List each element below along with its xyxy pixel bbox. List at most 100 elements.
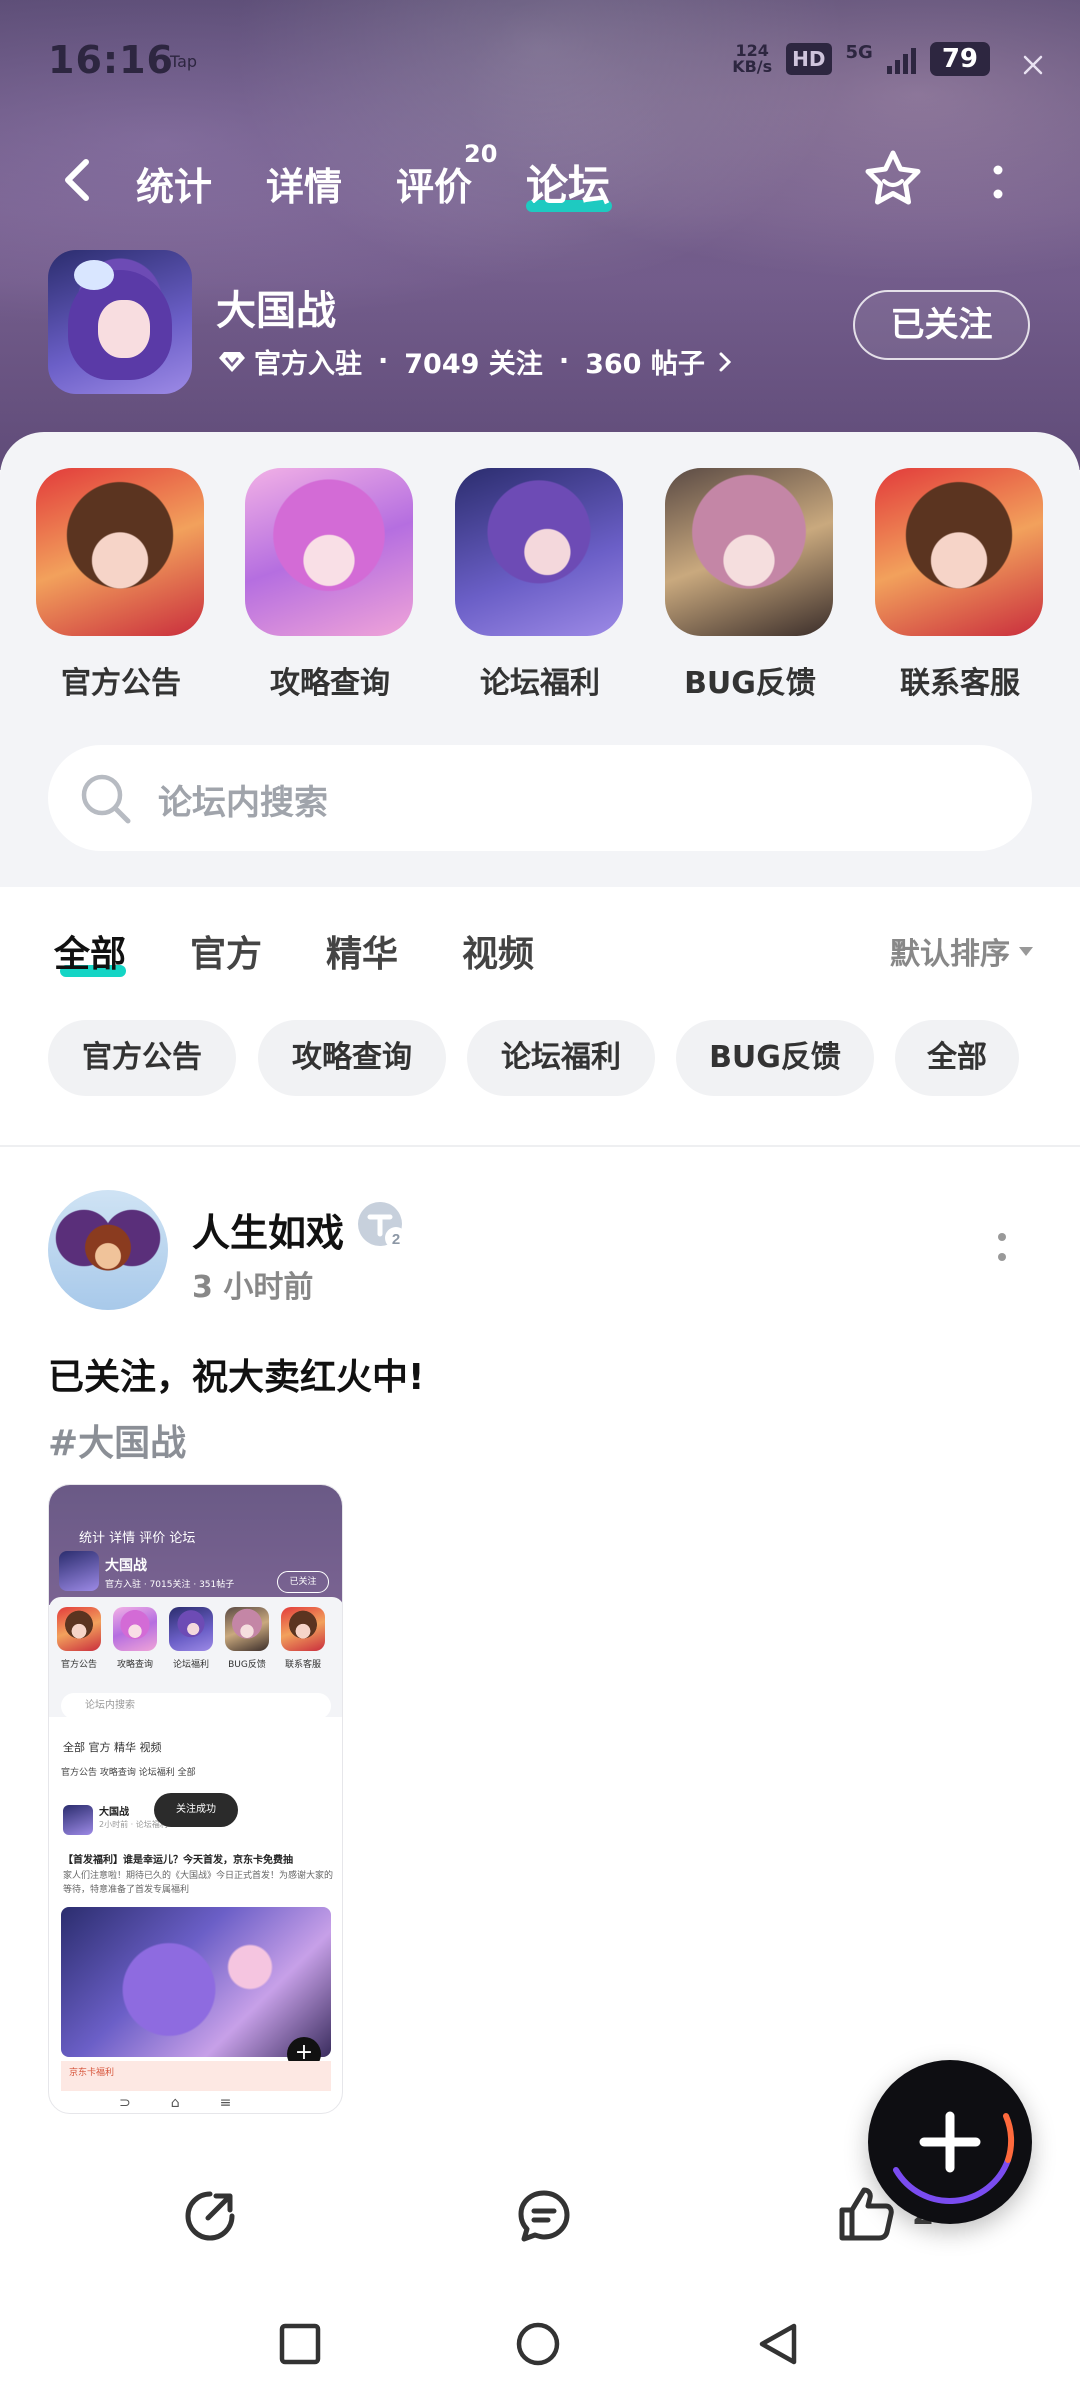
post-username[interactable]: 人生如戏	[192, 1202, 344, 1257]
search-input[interactable]: 论坛内搜索	[48, 745, 1032, 851]
level-number: 2	[392, 1231, 400, 1248]
quick-link-label: 联系客服	[900, 666, 1020, 701]
comment-icon[interactable]	[514, 2186, 574, 2246]
follow-button[interactable]: 已关注	[853, 290, 1030, 360]
game-info: 大国战 官方入驻 · 7049 关注 · 360 帖子 已关注	[0, 250, 1080, 400]
status-bar: 16:16 Tap 124 KB/s HD 5G 79	[0, 0, 1080, 130]
chip-announcement[interactable]: 官方公告	[48, 1020, 236, 1096]
image-thumb	[113, 1607, 157, 1651]
category-chips: 官方公告 攻略查询 论坛福利 BUG反馈 全部	[0, 1020, 1080, 1100]
quick-link-guide[interactable]: 攻略查询	[245, 468, 415, 702]
create-post-button[interactable]	[868, 2060, 1032, 2224]
review-count-badge: 20	[464, 140, 498, 168]
quick-link-label: BUG反馈	[684, 666, 816, 701]
caret-down-icon	[1019, 947, 1033, 956]
image-search: 论坛内搜索	[61, 1693, 331, 1719]
image-toast: 关注成功	[154, 1793, 238, 1827]
followers-count: 7049 关注	[404, 349, 543, 380]
star-icon[interactable]	[862, 148, 924, 210]
posts-count: 360 帖子	[585, 349, 705, 380]
network-type: 5G	[845, 42, 873, 63]
tab-forum[interactable]: 论坛	[526, 152, 610, 213]
chevron-right-icon	[719, 352, 731, 371]
separator: ·	[378, 346, 389, 377]
status-time: 16:16	[48, 38, 174, 82]
quick-link-announcement[interactable]: 官方公告	[36, 468, 206, 702]
sort-label: 默认排序	[890, 937, 1010, 972]
back-triangle-icon[interactable]	[756, 2320, 800, 2368]
image-sysnav: ⊃⌂≡	[119, 2095, 272, 2111]
status-app-hint: Tap	[170, 52, 198, 71]
image-thumb-label: BUG反馈	[228, 1660, 266, 1670]
image-post-picture	[61, 1907, 331, 2057]
status-indicators: 124 KB/s HD 5G 79	[732, 42, 990, 76]
top-nav: 统计 详情 评价 20 论坛	[0, 140, 1080, 220]
quick-link-welfare[interactable]: 论坛福利	[455, 468, 625, 702]
tab-details[interactable]: 详情	[266, 156, 342, 211]
close-icon[interactable]	[1022, 54, 1044, 76]
post-image[interactable]: 统计 详情 评价 论坛 大国战 官方入驻 · 7015关注 · 351帖子 已关…	[48, 1484, 343, 2114]
tab-reviews[interactable]: 评价	[396, 156, 472, 211]
search-icon	[81, 774, 131, 824]
image-promo: 京东卡福利	[61, 2061, 331, 2091]
diamond-icon	[219, 351, 245, 372]
chip-guide[interactable]: 攻略查询	[258, 1020, 446, 1096]
post-topic-tag[interactable]: #大国战	[48, 1414, 186, 1466]
image-thumb-label: 攻略查询	[116, 1660, 153, 1670]
image-filters: 全部 官方 精华 视频	[63, 1741, 162, 1754]
more-vertical-icon[interactable]	[994, 1230, 1010, 1266]
tab-stats[interactable]: 统计	[136, 156, 212, 211]
official-label: 官方入驻	[254, 349, 362, 380]
image-thumb-label: 论坛福利	[172, 1660, 209, 1670]
filter-tab-essence[interactable]: 精华	[326, 925, 398, 977]
home-icon[interactable]	[514, 2320, 562, 2368]
back-icon[interactable]	[58, 158, 98, 202]
filter-tabs: 全部 官方 精华 视频 默认排序	[0, 887, 1080, 997]
filter-tab-official[interactable]: 官方	[190, 925, 262, 977]
signal-icon	[886, 44, 916, 74]
separator: ·	[558, 346, 570, 377]
game-meta[interactable]: 官方入驻 · 7049 关注 · 360 帖子	[218, 342, 733, 381]
quick-link-support[interactable]: 联系客服	[875, 468, 1045, 702]
image-post-title: 【首发福利】谁是幸运儿？今天首发，京东卡免费抽	[63, 1855, 293, 1866]
image-thumb-label: 官方公告	[60, 1660, 97, 1670]
quick-link-image	[36, 468, 204, 636]
quick-link-bug-report[interactable]: BUG反馈	[665, 468, 835, 702]
image-thumb	[169, 1607, 213, 1651]
chip-bug-report[interactable]: BUG反馈	[676, 1020, 874, 1096]
quick-link-label: 论坛福利	[480, 666, 600, 701]
net-speed: 124 KB/s	[732, 43, 772, 75]
forum-shortcuts-card: 官方公告 攻略查询 论坛福利 BUG反馈 联系客服 论坛内搜索	[0, 432, 1080, 887]
filter-tab-video[interactable]: 视频	[462, 925, 534, 977]
image-card: 官方公告 攻略查询 论坛福利 BUG反馈 联系客服 论坛内搜索	[49, 1597, 342, 1719]
post-time: 3 小时前	[192, 1270, 314, 1305]
net-speed-unit: KB/s	[732, 57, 773, 76]
image-thumb	[281, 1607, 325, 1651]
quick-link-image	[245, 468, 413, 636]
image-meta: 官方入驻 · 7015关注 · 351帖子	[105, 1580, 235, 1590]
game-title: 大国战	[216, 288, 336, 334]
post-content: 已关注，祝大卖红火中!	[48, 1357, 425, 1398]
image-chips: 官方公告 攻略查询 论坛福利 全部	[61, 1768, 196, 1778]
sort-dropdown[interactable]: 默认排序	[890, 929, 1034, 973]
filter-tab-all[interactable]: 全部	[54, 925, 126, 977]
quick-link-image	[455, 468, 623, 636]
divider	[0, 1145, 1080, 1147]
quick-link-label: 官方公告	[61, 666, 181, 701]
forum-page: 16:16 Tap 124 KB/s HD 5G 79 统计 详情 评价 20 …	[0, 0, 1080, 2408]
image-thumb-label: 联系客服	[284, 1660, 321, 1670]
chip-all[interactable]: 全部	[895, 1020, 1019, 1096]
post-card[interactable]: 人生如戏 2 3 小时前 已关注，祝大卖红火中! #大国战 统计 详情 评价 论…	[0, 1148, 1080, 2148]
recent-apps-icon[interactable]	[278, 2322, 322, 2366]
chip-welfare[interactable]: 论坛福利	[467, 1020, 655, 1096]
system-nav-bar	[0, 2290, 1080, 2408]
quick-link-image	[665, 468, 833, 636]
more-vertical-icon[interactable]	[988, 162, 1008, 202]
image-post-user: 大国战	[99, 1807, 129, 1818]
image-follow: 已关注	[277, 1571, 329, 1593]
avatar[interactable]	[48, 1190, 168, 1310]
image-thumb	[57, 1607, 101, 1651]
plus-icon	[919, 2111, 981, 2173]
image-avatar	[59, 1551, 99, 1591]
share-icon[interactable]	[180, 2186, 240, 2246]
